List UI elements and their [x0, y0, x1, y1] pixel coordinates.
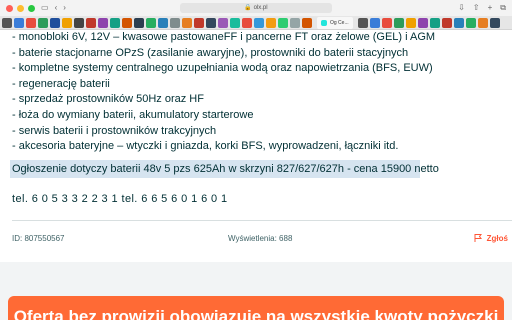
- window-controls: [6, 4, 35, 12]
- bookmark-icon[interactable]: [278, 17, 288, 28]
- promo-banner-text: Oferta bez prowizji obowiązuje na wszyst…: [13, 307, 499, 320]
- bookmark-icon[interactable]: [146, 17, 156, 28]
- bookmark-icon[interactable]: [393, 17, 404, 28]
- new-tab-icon[interactable]: +: [488, 0, 493, 16]
- flag-icon: [474, 234, 482, 242]
- bookmark-icon[interactable]: [206, 17, 216, 28]
- bookmark-icon[interactable]: [26, 17, 36, 28]
- divider: [12, 220, 512, 221]
- bookmark-icon[interactable]: [417, 17, 428, 28]
- highlighted-offer-text: Ogłoszenie dotyczy baterii 48v 5 pzs 625…: [12, 163, 439, 175]
- bookmark-icon[interactable]: [254, 17, 264, 28]
- bookmark-icon[interactable]: [218, 17, 228, 28]
- bookmark-icon[interactable]: [194, 17, 204, 28]
- active-tab[interactable]: Og Ce...: [317, 16, 353, 29]
- bookmark-icon[interactable]: [453, 17, 464, 28]
- report-label: Zgłoś: [486, 233, 508, 243]
- back-button[interactable]: ‹: [55, 0, 58, 16]
- download-icon[interactable]: ⇩: [458, 0, 465, 16]
- bookmark-icon[interactable]: [2, 17, 12, 28]
- description-line: - kompletne systemy centralnego uzupełni…: [12, 62, 433, 75]
- zoom-window-button[interactable]: [28, 4, 35, 12]
- bookmark-icon[interactable]: [158, 17, 168, 28]
- description-line: - serwis baterii i prostowników trakcyjn…: [12, 124, 217, 137]
- active-tab-title: Og Ce...: [330, 19, 349, 26]
- bookmark-icon[interactable]: [230, 17, 240, 28]
- share-icon[interactable]: ⇧: [473, 0, 480, 16]
- bookmark-icon[interactable]: [110, 17, 120, 28]
- bookmark-icon[interactable]: [489, 17, 500, 28]
- description-line: - akcesoria bateryjne – wtyczki i gniazd…: [12, 140, 399, 153]
- bookmark-icon[interactable]: [242, 17, 252, 28]
- ad-id: ID: 807550567: [12, 234, 65, 243]
- bookmark-icon[interactable]: [38, 17, 48, 28]
- bookmark-icon[interactable]: [465, 17, 476, 28]
- bookmark-icon[interactable]: [182, 17, 192, 28]
- forward-button[interactable]: ›: [63, 0, 66, 16]
- description-line: - łoża do wymiany baterii, akumulatory s…: [12, 108, 254, 121]
- lock-icon: 🔒: [244, 5, 252, 11]
- close-window-button[interactable]: [6, 4, 13, 12]
- bookmark-icon[interactable]: [405, 17, 416, 28]
- browser-toolbar: ▭ ‹ › 🔒 olx.pl ⇩ ⇧ + ⧉: [0, 0, 512, 16]
- minimize-window-button[interactable]: [17, 4, 24, 12]
- tab-bar: Og Ce...: [0, 16, 512, 30]
- description-line: - baterie stacjonarne OPzS (zasilanie aw…: [12, 46, 409, 59]
- bookmark-icon[interactable]: [86, 17, 96, 28]
- ad-description: - monobloki 6V, 12V – kwasowe pastowaneF…: [12, 30, 435, 155]
- view-count: Wyświetlenia: 688: [228, 234, 293, 243]
- report-button[interactable]: Zgłoś: [473, 233, 508, 243]
- tab-overview-icon[interactable]: ⧉: [500, 0, 506, 16]
- phone-numbers: tel. 6 0 5 3 3 2 2 3 1 tel. 6 6 5 6 0 1 …: [12, 193, 228, 205]
- address-bar[interactable]: 🔒 olx.pl: [180, 3, 332, 13]
- description-line: - regenerację baterii: [12, 77, 110, 90]
- bookmark-icon[interactable]: [369, 17, 380, 28]
- bookmark-icon[interactable]: [429, 17, 440, 28]
- promo-banner[interactable]: Oferta bez prowizji obowiązuje na wszyst…: [8, 296, 504, 320]
- address-text: olx.pl: [253, 5, 268, 11]
- bookmark-icon[interactable]: [62, 17, 72, 28]
- description-line: - monobloki 6V, 12V – kwasowe pastowaneF…: [12, 31, 436, 43]
- site-favicon-icon: [321, 19, 327, 26]
- bookmark-icon[interactable]: [14, 17, 24, 28]
- bookmark-icon[interactable]: [302, 17, 312, 28]
- bookmark-icon[interactable]: [74, 17, 84, 28]
- bookmark-icon[interactable]: [477, 17, 488, 28]
- bookmark-icon[interactable]: [357, 17, 368, 28]
- bookmark-icon[interactable]: [290, 17, 300, 28]
- bookmark-icon[interactable]: [122, 17, 132, 28]
- description-line: - sprzedaż prostowników 50Hz oraz HF: [12, 93, 204, 106]
- sidebar-toggle-icon[interactable]: ▭: [41, 0, 49, 16]
- bookmark-icon[interactable]: [98, 17, 108, 28]
- bookmark-icon[interactable]: [170, 17, 180, 28]
- bookmark-icon[interactable]: [266, 17, 276, 28]
- bookmark-icon[interactable]: [50, 17, 60, 28]
- bookmark-icon[interactable]: [441, 17, 452, 28]
- bookmark-icon[interactable]: [381, 17, 392, 28]
- bookmark-icon[interactable]: [134, 17, 144, 28]
